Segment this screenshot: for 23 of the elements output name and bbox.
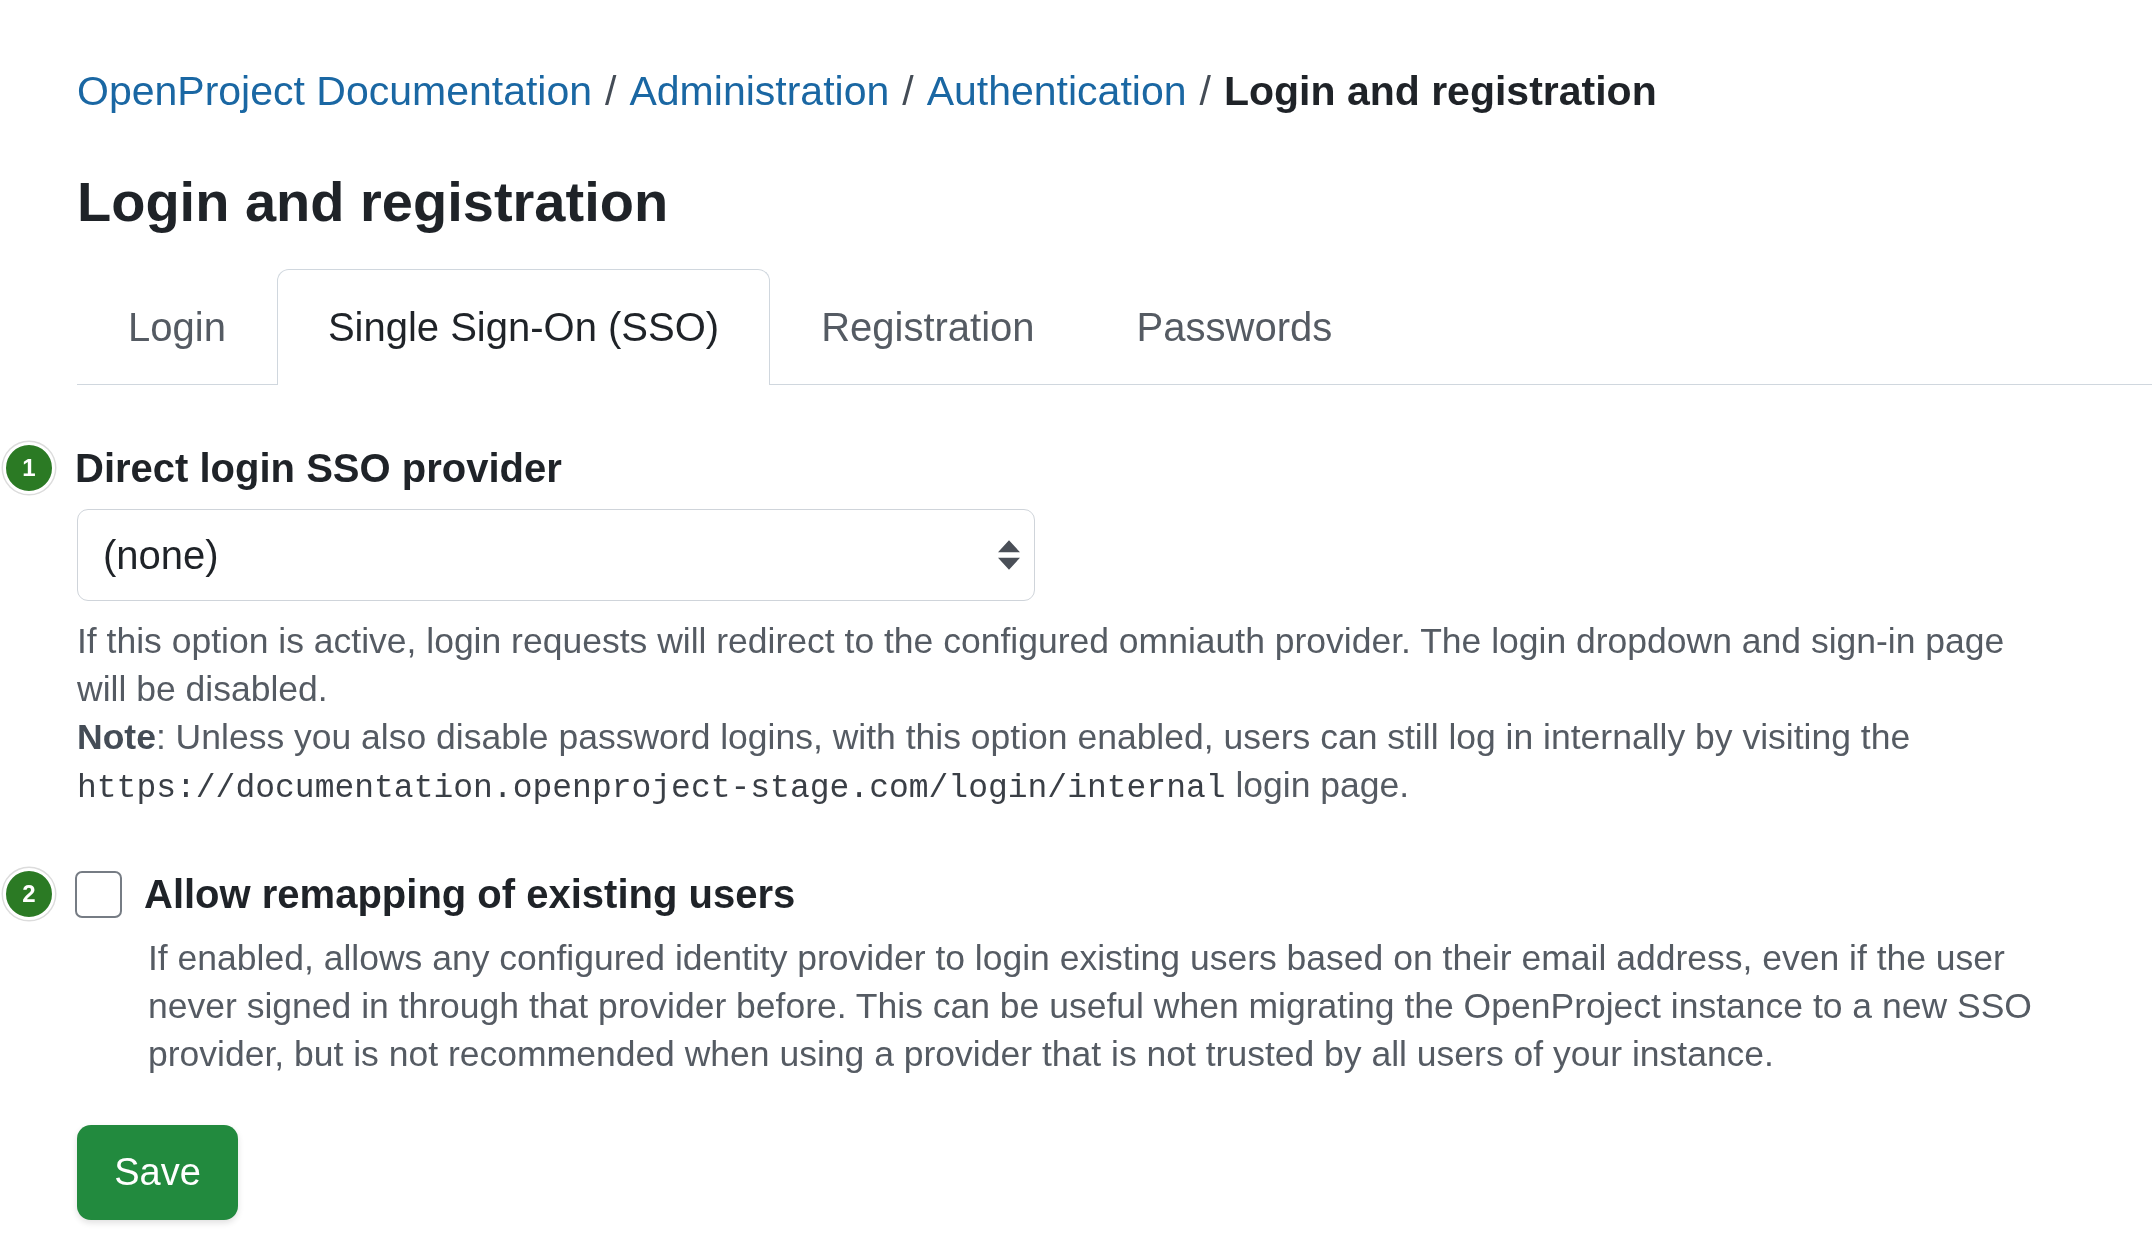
breadcrumb-link[interactable]: OpenProject Documentation	[77, 66, 593, 116]
breadcrumb-separator: /	[605, 67, 617, 116]
page-title: Login and registration	[77, 169, 669, 235]
up-down-arrows-icon	[998, 540, 1020, 570]
dropdown-select[interactable]: (none)	[77, 509, 1035, 601]
setting-label: Allow remapping of existing users	[144, 871, 796, 918]
breadcrumb-separator: /	[1199, 67, 1211, 116]
breadcrumb-separator: /	[902, 67, 914, 116]
step-number-badge: 1	[3, 442, 55, 494]
tab[interactable]: Login	[77, 269, 277, 385]
checkbox[interactable]	[75, 870, 122, 918]
breadcrumb-link[interactable]: Administration	[629, 66, 890, 116]
help-text: If this option is active, login requests will redirect to the configured omniauth provider. The login dropdown and sign-in page will be disabled.	[77, 620, 2006, 711]
breadcrumb-link[interactable]: Authentication	[926, 66, 1187, 116]
tab[interactable]: Registration	[770, 269, 1086, 385]
tab[interactable]: Single Sign-On (SSO)	[276, 269, 771, 385]
help-text: If enabled, allows any configured identity provider to login existing users based on their email address, even if the user never signed in through that provider before. This can be useful when migrating the OpenProject instance to a new SSO provider, but is not recommended when using a provider that is not trusted by all users of your instance.	[148, 937, 2033, 1076]
help-text: Note: Unless you also disable password logins, with this option enabled, users can still log in internally by visiting the https://documentation.openproject-stage.com/login/internal login page.	[77, 716, 1912, 809]
setting-label: Direct login SSO provider	[75, 445, 562, 492]
step-number-badge: 2	[3, 868, 55, 920]
tab[interactable]: Passwords	[1085, 269, 1384, 385]
save-button[interactable]: Save	[77, 1125, 238, 1220]
breadcrumb-current: Login and registration	[1223, 67, 1657, 116]
